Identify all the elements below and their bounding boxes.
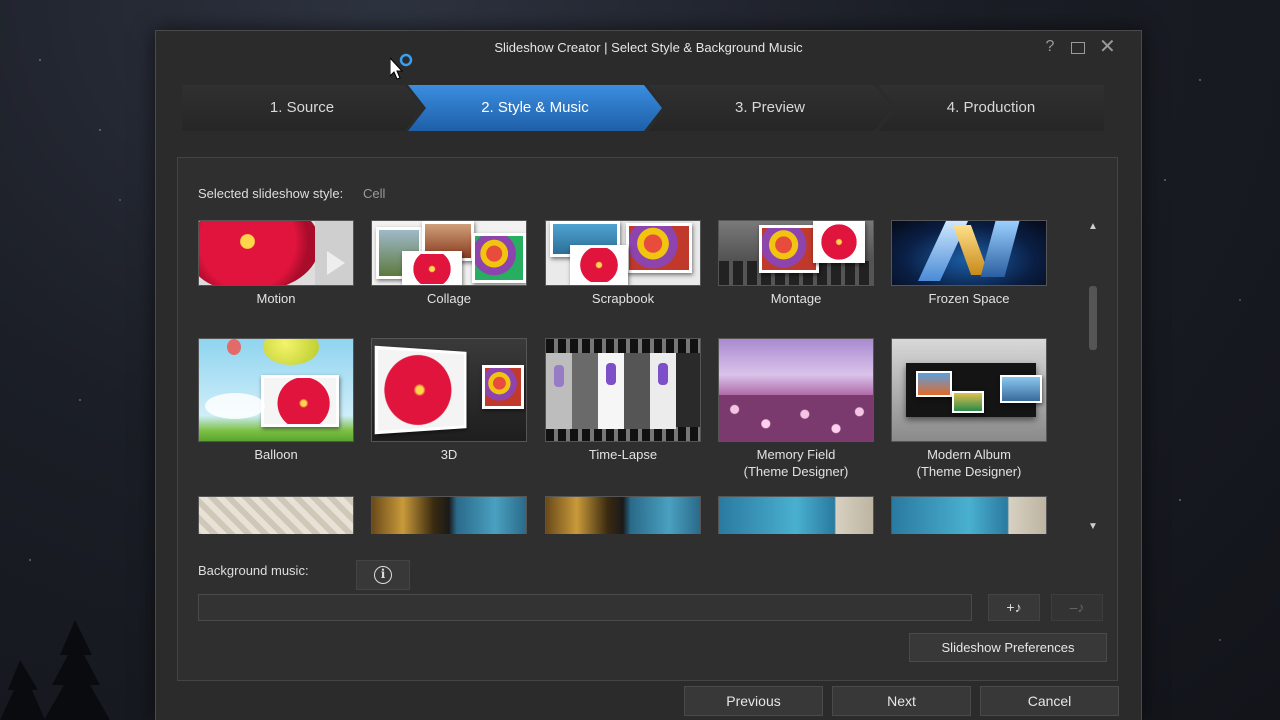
busy-cursor-icon xyxy=(390,53,413,80)
style-thumbnail xyxy=(718,220,874,286)
style-label: Balloon xyxy=(254,447,298,462)
style-tile-modern-album[interactable]: Modern Album (Theme Designer) xyxy=(891,338,1047,480)
style-tile-collage[interactable]: Collage xyxy=(371,220,527,307)
close-icon[interactable]: ✕ xyxy=(1099,37,1116,57)
help-icon[interactable]: ? xyxy=(1043,39,1057,55)
style-thumbnail xyxy=(198,496,354,534)
style-tile-balloon[interactable]: Balloon xyxy=(198,338,354,463)
style-thumbnail xyxy=(545,338,701,442)
style-tile-3d[interactable]: 3D xyxy=(371,338,527,463)
style-tile-scrapbook[interactable]: Scrapbook xyxy=(545,220,701,307)
style-tile-row3-4[interactable] xyxy=(718,496,874,534)
style-thumbnail xyxy=(545,496,701,534)
style-thumbnail xyxy=(371,338,527,442)
style-thumbnail xyxy=(198,220,354,286)
style-label: Modern Album (Theme Designer) xyxy=(916,447,1022,479)
style-thumbnail xyxy=(371,496,527,534)
title-bar: Slideshow Creator | Select Style & Backg… xyxy=(156,31,1141,65)
background-music-label: Background music: xyxy=(198,563,309,578)
selected-style-label: Selected slideshow style: xyxy=(198,186,344,201)
style-label: Collage xyxy=(426,291,472,306)
style-tile-frozen-space[interactable]: Frozen Space xyxy=(891,220,1047,307)
scroll-thumb[interactable] xyxy=(1089,286,1097,350)
next-button[interactable]: Next xyxy=(832,686,971,716)
music-info-button[interactable]: i xyxy=(356,560,410,590)
style-thumbnail xyxy=(891,338,1047,442)
step-style-music[interactable]: 2. Style & Music xyxy=(408,85,662,131)
style-tile-row3-3[interactable] xyxy=(545,496,701,534)
style-thumbnail xyxy=(891,220,1047,286)
style-label: Frozen Space xyxy=(928,291,1010,306)
info-icon: i xyxy=(374,566,392,584)
step-preview[interactable]: 3. Preview xyxy=(648,85,892,131)
slideshow-creator-dialog: Slideshow Creator | Select Style & Backg… xyxy=(155,30,1142,720)
style-thumbnail xyxy=(718,338,874,442)
style-tile-memory-field[interactable]: Memory Field (Theme Designer) xyxy=(718,338,874,480)
style-scrollbar[interactable]: ▲ ▼ xyxy=(1086,220,1100,534)
style-tile-motion[interactable]: Motion xyxy=(198,220,354,307)
background-music-field[interactable] xyxy=(198,594,972,621)
style-tile-time-lapse[interactable]: Time-Lapse xyxy=(545,338,701,463)
style-label: Memory Field (Theme Designer) xyxy=(743,447,849,479)
style-thumbnail xyxy=(891,496,1047,534)
style-grid: Motion Collage Scrapbook Montage Frozen … xyxy=(198,220,1058,534)
window-title: Slideshow Creator | Select Style & Backg… xyxy=(494,40,803,55)
scroll-down-icon[interactable]: ▼ xyxy=(1086,520,1100,534)
style-thumbnail xyxy=(718,496,874,534)
style-music-panel: Selected slideshow style: Cell Motion Co… xyxy=(177,157,1118,681)
step-production[interactable]: 4. Production xyxy=(878,85,1104,131)
style-thumbnail xyxy=(545,220,701,286)
previous-button[interactable]: Previous xyxy=(684,686,823,716)
style-tile-montage[interactable]: Montage xyxy=(718,220,874,307)
wizard-steps: 1. Source 2. Style & Music 3. Preview 4.… xyxy=(182,85,1104,131)
style-label: Motion xyxy=(256,291,296,306)
style-thumbnail xyxy=(198,338,354,442)
scroll-up-icon[interactable]: ▲ xyxy=(1086,220,1100,234)
selected-style-value: Cell xyxy=(363,186,386,201)
tree-silhouette xyxy=(0,620,110,720)
step-source[interactable]: 1. Source xyxy=(182,85,422,131)
slideshow-preferences-button[interactable]: Slideshow Preferences xyxy=(909,633,1107,662)
style-tile-row3-5[interactable] xyxy=(891,496,1047,534)
remove-music-button[interactable]: –♪ xyxy=(1051,594,1103,621)
maximize-icon[interactable] xyxy=(1071,42,1085,54)
cancel-button[interactable]: Cancel xyxy=(980,686,1119,716)
style-label: 3D xyxy=(440,447,458,462)
add-music-button[interactable]: +♪ xyxy=(988,594,1040,621)
style-tile-row3-2[interactable] xyxy=(371,496,527,534)
style-tile-row3-1[interactable] xyxy=(198,496,354,534)
style-label: Time-Lapse xyxy=(588,447,658,462)
style-label: Scrapbook xyxy=(591,291,655,306)
style-thumbnail xyxy=(371,220,527,286)
style-label: Montage xyxy=(770,291,822,306)
